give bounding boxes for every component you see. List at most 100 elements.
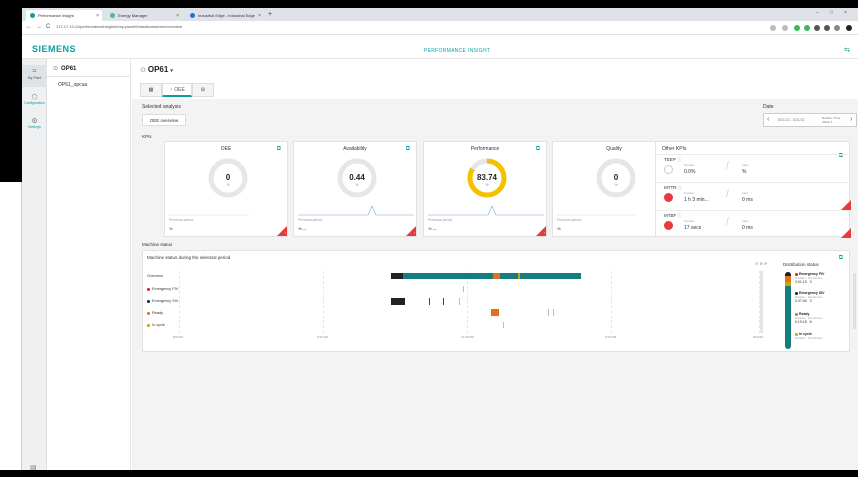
expand-icon[interactable]: ⧉	[406, 146, 410, 153]
kpi-card-performance: Performance ⧉ 83.74% Previous period % —!	[423, 141, 547, 237]
timeline-segment[interactable]	[429, 298, 430, 305]
zoom-controls[interactable]: ⊖ ⊕ ⟳	[755, 261, 767, 266]
rail-item-configuration[interactable]: ⬡ Configuration	[22, 93, 47, 113]
forward-icon[interactable]: →	[36, 24, 42, 30]
minimize-icon[interactable]: –	[816, 10, 819, 16]
info-icon[interactable]: ⓘ	[678, 185, 683, 190]
previous-date-icon[interactable]: ‹	[767, 116, 769, 123]
close-window-icon[interactable]: ×	[844, 10, 847, 16]
timeline-segment[interactable]	[553, 309, 554, 316]
status-icon	[664, 165, 673, 174]
plant-icon: ⌗	[32, 68, 37, 75]
cube-icon: ⬡	[31, 94, 38, 101]
distribution-item: Ready Duration Occurrence 0:19:18 8	[795, 312, 823, 324]
date-picker[interactable]: ‹ 8/21/22 - 8/21/22 Relative Time Offset…	[763, 113, 857, 127]
timeline-segment[interactable]	[391, 298, 405, 305]
expand-icon[interactable]: ⧉	[839, 255, 843, 262]
browser-tab-energy-manager[interactable]: Energy Manager ×	[106, 10, 182, 21]
timeline-gridline	[759, 271, 760, 333]
distribution-item: Emergency SIV Duration Occurrence 0:37:06 …	[795, 291, 825, 303]
share-icon[interactable]	[770, 25, 776, 31]
expand-icon[interactable]: ⧉	[277, 146, 281, 153]
close-tab-icon[interactable]: ×	[258, 13, 261, 19]
tab-oee[interactable]: ◔ OEE	[162, 83, 192, 97]
browser-tab-industrial-edge[interactable]: Industrial Edge - Industrial Edge ×	[186, 10, 264, 21]
sidebar-icon[interactable]	[834, 25, 840, 31]
timeline-gridline	[323, 271, 324, 333]
browser-tab-performance-insight[interactable]: Performance Insight ×	[26, 10, 102, 21]
timeline-segment[interactable]	[459, 298, 460, 305]
tree-item-op61-opcua[interactable]: OP61_opcua	[58, 82, 87, 88]
other-kpi-mttr: MTTR ⓘ Current 1 h 3 min... / Last 0 ms	[656, 182, 851, 210]
other-kpi-teep: TEEP ⓘ Current 0.0% / Last%	[656, 154, 851, 182]
trend-sparkline	[298, 205, 414, 216]
back-icon[interactable]: ←	[26, 24, 32, 30]
tab-hierarchy[interactable]: ⊞	[192, 83, 214, 97]
new-tab-icon[interactable]: +	[268, 11, 272, 18]
asset-selector[interactable]: ⊙ OP61 ▾	[140, 65, 173, 74]
previous-period-value: % —	[298, 226, 307, 231]
timeline-segment[interactable]	[391, 273, 403, 279]
reload-icon[interactable]: C	[46, 24, 50, 30]
puzzle-icon[interactable]	[824, 25, 830, 31]
grid-icon: ▦	[148, 87, 154, 93]
current-value: 0.0%	[684, 169, 696, 175]
maximize-icon[interactable]: □	[830, 10, 833, 16]
alert-corner	[841, 200, 851, 210]
caret-down-icon: ▾	[170, 68, 173, 74]
app-title: PERFORMANCE INSIGHT	[424, 48, 491, 54]
url-field[interactable]: 172.17.10.11/performanceinsight/#/my-pla…	[56, 24, 182, 29]
info-icon[interactable]: ⓘ	[678, 213, 683, 218]
machine-status-label: Machine status	[142, 242, 173, 247]
timeline-segment[interactable]	[493, 273, 500, 279]
extension-icon[interactable]	[794, 25, 800, 31]
profile-icon[interactable]	[846, 25, 852, 31]
browser-window: Performance Insight × Energy Manager × I…	[22, 8, 858, 477]
rail-item-settings[interactable]: ⚙ Settings	[22, 117, 47, 137]
extension-icon[interactable]	[804, 25, 810, 31]
previous-period-value: %	[169, 226, 173, 231]
timeline-segment[interactable]	[391, 273, 581, 279]
close-tab-icon[interactable]: ×	[96, 13, 99, 19]
last-value: 0 ms	[742, 225, 753, 231]
date-range-value: 8/21/22 - 8/21/22	[778, 118, 805, 122]
asset-tree: ⊙ OP61 OP61_opcua	[47, 59, 131, 477]
gear-icon: ⚙	[31, 118, 38, 125]
next-date-icon[interactable]: ›	[850, 116, 852, 123]
info-icon[interactable]: ⓘ	[677, 157, 682, 162]
rail-item-my-plant[interactable]: ⌗ My Plant	[22, 65, 47, 87]
timeline-segment[interactable]	[503, 322, 504, 328]
star-icon[interactable]	[782, 25, 788, 31]
kpi-value: 0	[226, 173, 231, 182]
timeline-row-label: Overview	[147, 274, 163, 278]
expand-icon[interactable]: ⧉	[536, 146, 540, 153]
last-value: 0 ms	[742, 197, 753, 203]
timeline-axis-label: 6:00 AM	[317, 335, 329, 339]
close-tab-icon[interactable]: ×	[176, 13, 179, 19]
timeline-segment[interactable]	[518, 273, 520, 279]
oee-overview-button[interactable]: OEE overview	[142, 114, 186, 126]
machine-status-title: Machine status during the selected perio…	[147, 255, 231, 260]
app-header: SIEMENS PERFORMANCE INSIGHT ⇆	[22, 35, 858, 59]
timeline-segment[interactable]	[491, 309, 499, 316]
asset-icon: ⊙	[140, 67, 146, 74]
kpi-gauge: 0%	[208, 158, 248, 198]
favicon-icon	[110, 13, 115, 18]
tab-grid[interactable]: ▦	[140, 83, 162, 97]
kpi-card-availability: Availability ⧉ 0.44% Previous period % —!	[293, 141, 417, 237]
timeline-segment[interactable]	[463, 286, 464, 292]
extension-icon[interactable]	[814, 25, 820, 31]
distribution-item: In cycle Duration Occurrence	[795, 332, 823, 340]
timeline-segment[interactable]	[548, 309, 549, 316]
kpi-title: OEE	[220, 146, 232, 152]
timeline-segment[interactable]	[443, 298, 444, 305]
link-icon[interactable]: ⇆	[844, 46, 850, 54]
tree-root[interactable]: ⊙ OP61	[53, 65, 76, 72]
status-dot	[147, 299, 150, 303]
alarm-icon	[664, 221, 673, 230]
timeline-scrollbar[interactable]	[760, 271, 763, 333]
timeline-row-label: Emergency FIV	[147, 287, 178, 291]
distribution-bar	[785, 272, 791, 349]
kpi-gauge: 83.74%	[467, 158, 507, 198]
kpi-title: Performance	[470, 146, 500, 152]
